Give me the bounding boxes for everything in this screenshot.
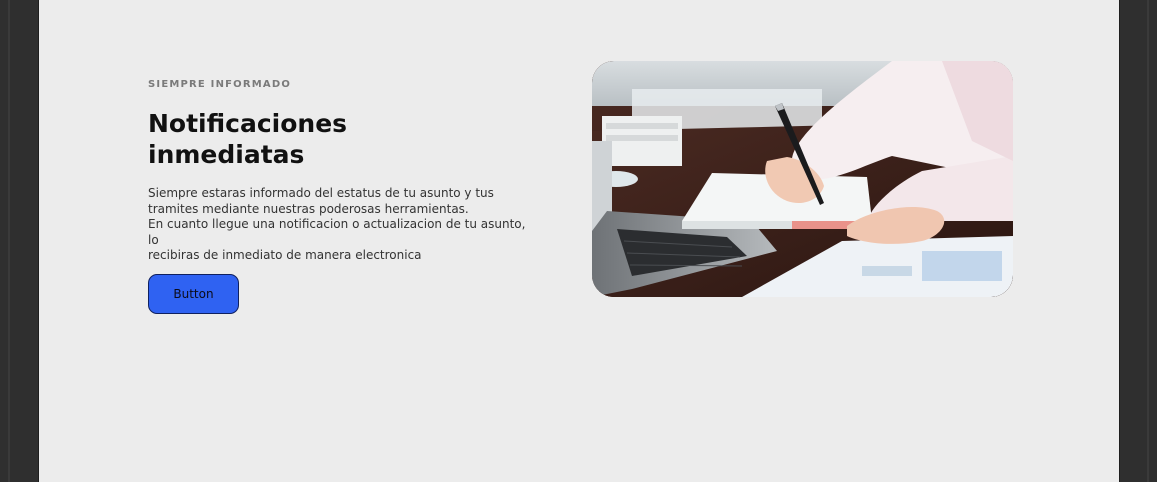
hero-photo bbox=[592, 61, 1013, 297]
left-panel-edge bbox=[0, 0, 39, 482]
description-line-1: Siempre estaras informado del estatus de… bbox=[148, 186, 494, 200]
section-description: Siempre estaras informado del estatus de… bbox=[148, 186, 528, 264]
right-panel-edge bbox=[1119, 0, 1157, 482]
title-line-1: Notificaciones bbox=[148, 109, 348, 138]
section-title: Notificaciones inmediatas bbox=[148, 108, 448, 170]
description-line-2: tramites mediante nuestras poderosas her… bbox=[148, 201, 469, 216]
title-line-2: inmediatas bbox=[148, 140, 305, 169]
section-eyebrow: SIEMPRE INFORMADO bbox=[148, 79, 292, 90]
cta-button[interactable]: Button bbox=[148, 274, 239, 314]
person-writing-photo-icon bbox=[592, 61, 1013, 297]
description-line-4: recibiras de inmediato de manera electro… bbox=[148, 248, 422, 262]
description-line-3: En cuanto llegue una notificacion o actu… bbox=[148, 217, 526, 247]
design-canvas: SIEMPRE INFORMADO Notificaciones inmedia… bbox=[39, 0, 1119, 482]
